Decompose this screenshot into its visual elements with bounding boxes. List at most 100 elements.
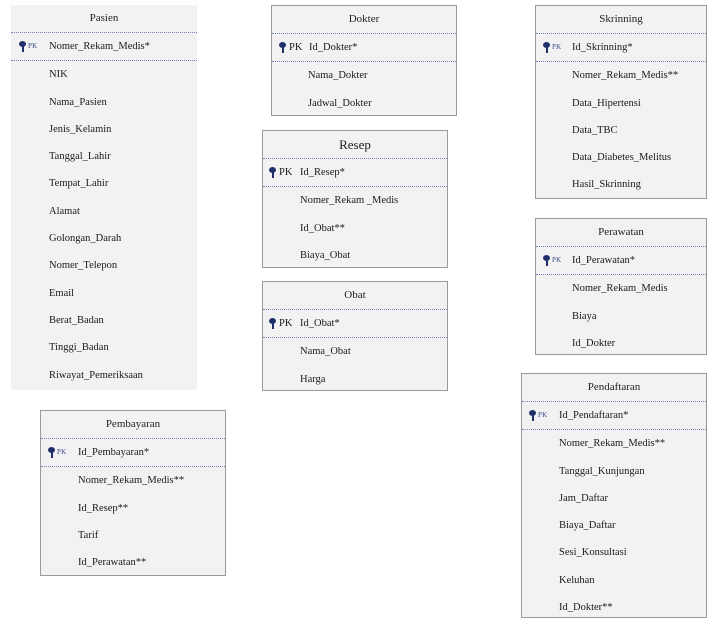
primary-key-marker: PK — [543, 247, 561, 274]
field-name: Id_Obat** — [300, 222, 345, 234]
entity-pendaftaran[interactable]: Pendaftaran PK Id_Pendaftaran* Nomer_Rek… — [521, 373, 707, 618]
field-name: Biaya_Obat — [300, 249, 351, 261]
entity-perawatan[interactable]: Perawatan PK Id_Perawatan* Nomer_Rekam_M… — [535, 218, 707, 355]
field-name: Tempat_Lahir — [49, 178, 109, 190]
field-row: Id_Obat** — [263, 215, 447, 242]
pk-label: PK — [279, 318, 293, 329]
field-name: Nomer_Telepon — [49, 260, 118, 272]
field-row: Nama_Pasien — [11, 89, 197, 116]
field-name: Nomer_Rekam_Medis** — [559, 438, 666, 450]
field-list: Nomer_Rekam_Medis** Id_Resep** Tarif Id_… — [41, 467, 225, 576]
field-row: Alamat — [11, 198, 197, 225]
entity-pembayaran[interactable]: Pembayaran PK Id_Pembayaran* Nomer_Rekam… — [40, 410, 226, 576]
field-row: Hasil_Skrinning — [536, 171, 706, 198]
entity-dokter[interactable]: Dokter PK Id_Dokter* Nama_Dokter Jadwal_… — [271, 5, 457, 116]
entity-title: Pendaftaran — [522, 374, 706, 402]
primary-key-marker: PK — [19, 33, 37, 60]
pk-label: PK — [289, 42, 303, 53]
field-list: Nomer_Rekam_Medis** Data_Hipertensi Data… — [536, 62, 706, 198]
entity-title: Perawatan — [536, 219, 706, 247]
entity-resep[interactable]: Resep PK Id_Resep* Nomer_Rekam _Medis Id… — [262, 130, 448, 268]
key-icon — [279, 42, 286, 54]
entity-pasien[interactable]: Pasien PK Nomer_Rekam_Medis* NIK Nama_Pa… — [11, 5, 197, 390]
field-name: Hasil_Skrinning — [572, 179, 641, 191]
pk-field: Id_Perawatan* — [572, 255, 635, 266]
entity-skrinning[interactable]: Skrinning PK Id_Skrinning* Nomer_Rekam_M… — [535, 5, 707, 199]
field-row: Nama_Obat — [263, 338, 447, 365]
field-row: Sesi_Konsultasi — [522, 539, 706, 566]
pk-row: PK Id_Obat* — [263, 310, 447, 339]
pk-field: Nomer_Rekam_Medis* — [49, 41, 150, 52]
field-name: Nama_Dokter — [308, 70, 368, 82]
field-row: Biaya — [536, 303, 706, 330]
pk-label: PK — [279, 167, 293, 178]
primary-key-marker: PK — [529, 402, 547, 429]
key-icon — [269, 318, 276, 330]
field-row: Data_TBC — [536, 117, 706, 144]
pk-label: PK — [552, 256, 562, 264]
field-row: Data_Diabetes_Melitus — [536, 144, 706, 171]
pk-label: PK — [552, 43, 562, 51]
field-row: Nomer_Telepon — [11, 252, 197, 279]
pk-row: PK Id_Dokter* — [272, 34, 456, 63]
pk-row: PK Id_Skrinning* — [536, 34, 706, 63]
entity-title: Dokter — [272, 6, 456, 34]
pk-row: PK Id_Pembayaran* — [41, 439, 225, 468]
field-row: Biaya_Daftar — [522, 512, 706, 539]
field-name: Nomer_Rekam_Medis** — [78, 475, 185, 487]
field-name: Jam_Daftar — [559, 492, 608, 504]
primary-key-marker: PK — [269, 159, 292, 186]
field-name: Tanggal_Kunjungan — [559, 465, 645, 477]
field-row: Golongan_Darah — [11, 225, 197, 252]
field-name: Nomer_Rekam_Medis — [572, 283, 668, 295]
key-icon — [48, 447, 55, 459]
field-row: Nama_Dokter — [272, 62, 456, 89]
pk-field: Id_Pendaftaran* — [559, 410, 629, 421]
field-name: Harga — [300, 373, 326, 385]
field-name: Berat_Badan — [49, 314, 104, 326]
field-name: Keluhan — [559, 574, 595, 586]
field-row: Jenis_Kelamin — [11, 116, 197, 143]
pk-field: Id_Skrinning* — [572, 42, 633, 53]
field-name: Sesi_Konsultasi — [559, 547, 627, 559]
field-row: Id_Perawatan** — [41, 549, 225, 576]
field-row: Keluhan — [522, 567, 706, 594]
entity-title: Skrinning — [536, 6, 706, 34]
pk-row: PK Id_Pendaftaran* — [522, 402, 706, 431]
field-list: Nomer_Rekam _Medis Id_Obat** Biaya_Obat — [263, 187, 447, 269]
pk-label: PK — [57, 448, 67, 456]
field-row: NIK — [11, 61, 197, 88]
field-row: Data_Hipertensi — [536, 90, 706, 117]
key-icon — [269, 167, 276, 179]
field-row: Riwayat_Pemeriksaan — [11, 362, 197, 389]
field-row: Harga — [263, 366, 447, 393]
key-icon — [543, 42, 550, 54]
field-name: Data_TBC — [572, 124, 618, 136]
field-row: Biaya_Obat — [263, 242, 447, 269]
field-row: Nomer_Rekam_Medis — [536, 275, 706, 302]
field-name: Tarif — [78, 529, 99, 541]
pk-label: PK — [28, 42, 38, 50]
field-name: Nama_Pasien — [49, 96, 107, 108]
field-name: Tanggal_Lahir — [49, 151, 111, 163]
entity-title: Pasien — [11, 5, 197, 33]
field-name: Golongan_Darah — [49, 233, 122, 245]
field-row: Tempat_Lahir — [11, 170, 197, 197]
field-name: Id_Dokter — [572, 337, 616, 349]
field-name: Jenis_Kelamin — [49, 123, 112, 135]
field-row: Email — [11, 280, 197, 307]
field-name: Data_Hipertensi — [572, 97, 641, 109]
key-icon — [19, 41, 26, 53]
entity-obat[interactable]: Obat PK Id_Obat* Nama_Obat Harga — [262, 281, 448, 391]
field-list: NIK Nama_Pasien Jenis_Kelamin Tanggal_La… — [11, 61, 197, 389]
field-list: Nomer_Rekam_Medis Biaya Id_Dokter — [536, 275, 706, 357]
key-icon — [529, 410, 536, 422]
field-row: Nomer_Rekam_Medis** — [536, 62, 706, 89]
field-list: Nama_Obat Harga — [263, 338, 447, 393]
field-row: Nomer_Rekam _Medis — [263, 187, 447, 214]
field-row: Tarif — [41, 522, 225, 549]
field-row: Id_Dokter** — [522, 594, 706, 621]
field-row: Nomer_Rekam_Medis** — [522, 430, 706, 457]
field-name: Tinggi_Badan — [49, 342, 109, 354]
primary-key-marker: PK — [269, 310, 292, 337]
